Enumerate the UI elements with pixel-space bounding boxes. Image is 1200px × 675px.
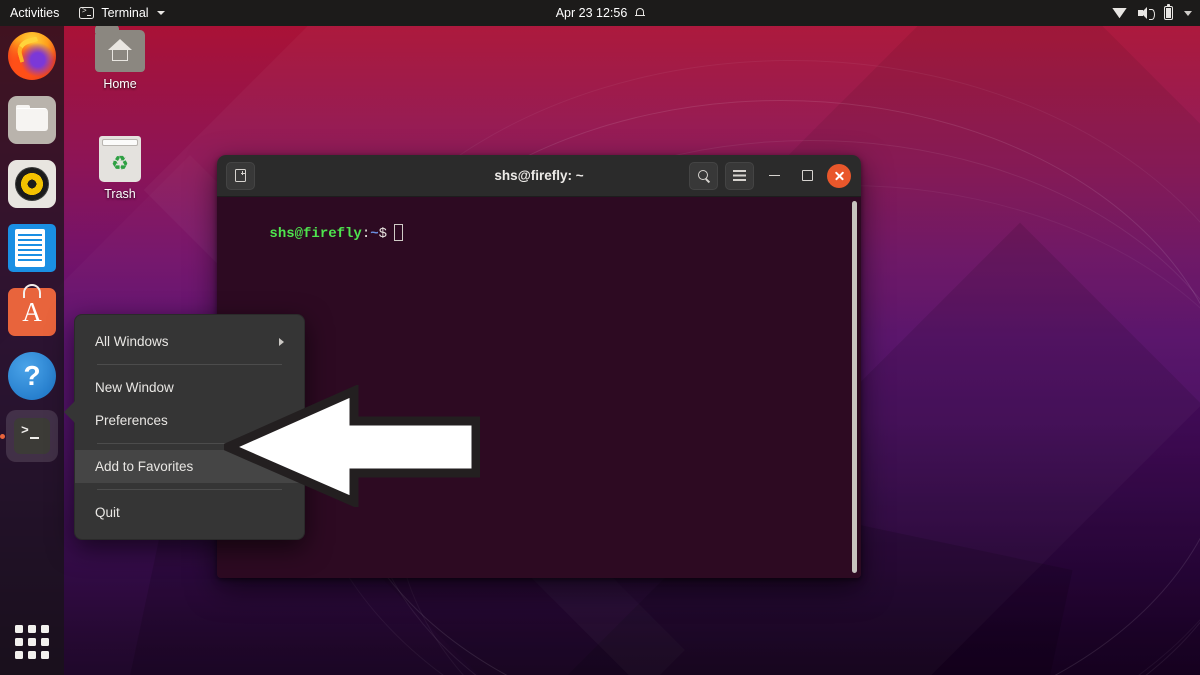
minimize-icon <box>768 174 780 177</box>
dock-item-rhythmbox[interactable] <box>8 160 56 208</box>
top-bar: Activities Terminal Apr 23 12:56 <box>0 0 1200 26</box>
terminal-window: shs@firefly: ~ shs@firefly:~$ <box>217 155 861 578</box>
chevron-down-icon <box>1184 10 1192 16</box>
terminal-titlebar[interactable]: shs@firefly: ~ <box>217 155 861 197</box>
dock-item-files[interactable] <box>8 96 56 144</box>
desktop-icon-label: Home <box>103 77 137 91</box>
running-indicator-dot <box>0 434 5 439</box>
search-button[interactable] <box>689 161 718 190</box>
app-grid-icon <box>28 651 36 659</box>
home-folder-icon <box>95 25 145 72</box>
app-menu-label: Terminal <box>101 6 149 20</box>
close-button[interactable] <box>827 163 851 188</box>
app-grid-icon <box>15 651 23 659</box>
trash-bin-icon: ♻ <box>99 136 141 182</box>
activities-button[interactable]: Activities <box>0 0 71 26</box>
context-menu-pointer <box>64 401 75 423</box>
menu-item-new-window[interactable]: New Window <box>75 371 304 404</box>
prompt-path: ~ <box>370 226 379 242</box>
app-grid-icon <box>41 651 49 659</box>
bell-icon <box>634 8 645 18</box>
app-menu-button[interactable]: Terminal <box>71 0 172 26</box>
menu-separator <box>97 364 282 365</box>
menu-item-label: Add to Favorites <box>95 459 194 474</box>
dock-item-firefox[interactable] <box>8 32 56 80</box>
terminal-icon <box>14 418 50 454</box>
new-tab-icon <box>235 169 246 182</box>
maximize-icon <box>801 170 813 181</box>
show-applications-button[interactable] <box>12 622 52 662</box>
terminal-prompt: shs@firefly:~$ <box>219 208 404 258</box>
menu-item-add-to-favorites[interactable]: Add to Favorites <box>75 450 304 483</box>
app-grid-icon <box>28 638 36 646</box>
app-grid-icon <box>41 625 49 633</box>
dock-item-software[interactable] <box>8 284 56 336</box>
hamburger-menu-icon <box>733 170 746 181</box>
battery-icon <box>1164 3 1173 20</box>
clock-button[interactable]: Apr 23 12:56 <box>500 0 700 26</box>
chevron-right-icon <box>279 337 284 346</box>
prompt-colon: : <box>361 226 371 242</box>
menu-item-quit[interactable]: Quit <box>75 496 304 529</box>
menu-item-label: New Window <box>95 380 174 395</box>
context-menu: All Windows New Window Preferences Add t… <box>64 314 305 540</box>
dock-item-writer[interactable] <box>8 224 56 272</box>
minimize-button[interactable] <box>761 163 787 189</box>
menu-item-all-windows[interactable]: All Windows <box>75 325 304 358</box>
menu-item-label: Quit <box>95 505 120 520</box>
app-grid-icon <box>28 625 36 633</box>
maximize-button[interactable] <box>794 163 820 189</box>
desktop-icon-trash[interactable]: ♻ Trash <box>78 136 162 201</box>
app-grid-icon <box>41 638 49 646</box>
menu-button[interactable] <box>725 161 754 190</box>
prompt-symbol: $ <box>378 226 388 242</box>
app-grid-icon <box>15 638 23 646</box>
clock-label: Apr 23 12:56 <box>555 6 628 20</box>
chevron-down-icon <box>156 11 165 15</box>
system-tray[interactable] <box>1112 0 1192 26</box>
menu-item-preferences[interactable]: Preferences <box>75 404 304 437</box>
volume-icon <box>1138 7 1155 20</box>
app-grid-icon <box>15 625 23 633</box>
terminal-icon <box>79 6 95 19</box>
terminal-scrollbar[interactable] <box>852 201 857 573</box>
menu-separator <box>97 443 282 444</box>
terminal-body[interactable]: shs@firefly:~$ <box>217 197 861 578</box>
prompt-user-host: shs@firefly <box>269 226 362 242</box>
dock-item-help[interactable] <box>8 352 56 400</box>
new-tab-button[interactable] <box>226 161 255 190</box>
menu-item-label: Preferences <box>95 413 168 428</box>
close-icon <box>834 170 845 181</box>
desktop-icon-label: Trash <box>104 187 136 201</box>
search-icon <box>697 169 710 182</box>
wifi-icon <box>1112 8 1127 19</box>
desktop-icon-home[interactable]: Home <box>78 25 162 91</box>
menu-separator <box>97 489 282 490</box>
dock-item-terminal[interactable] <box>6 410 58 462</box>
menu-item-label: All Windows <box>95 334 169 349</box>
activities-label: Activities <box>10 6 60 20</box>
dock <box>0 26 64 675</box>
terminal-cursor <box>394 224 404 241</box>
titlebar-buttons <box>689 161 861 190</box>
